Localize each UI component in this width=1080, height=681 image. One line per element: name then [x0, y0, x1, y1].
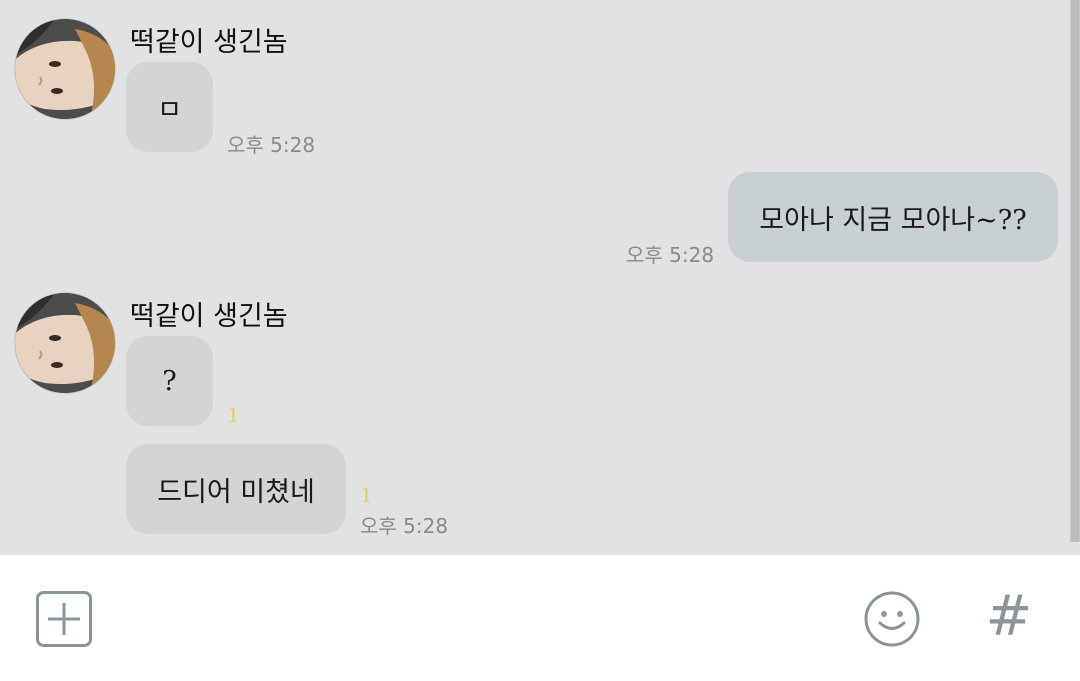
- scrollbar[interactable]: [1070, 0, 1080, 542]
- message-time: 오후 5:28: [360, 514, 449, 538]
- sender-name: 떡같이 생긴놈: [130, 27, 288, 58]
- message-bubble[interactable]: ㅁ: [126, 62, 213, 152]
- message-bubble[interactable]: 모아나 지금 모아나~??: [728, 172, 1058, 262]
- sender-name: 떡같이 생긴놈: [130, 301, 288, 332]
- sender-avatar[interactable]: [14, 18, 116, 120]
- smiley-icon[interactable]: [863, 590, 921, 648]
- avatar-photo-icon: [15, 19, 115, 119]
- input-bar: #: [0, 555, 1080, 681]
- message-bubble[interactable]: 드디어 미쳤네: [126, 444, 346, 534]
- avatar-photo-icon: [15, 293, 115, 393]
- chat-area[interactable]: 떡같이 생긴놈 ㅁ 오후 5:28 오후 5:28 모아나 지금 모아나~?? …: [0, 0, 1080, 555]
- unread-count: 1: [360, 483, 373, 507]
- scrollbar-thumb[interactable]: [1071, 0, 1079, 542]
- sender-avatar[interactable]: [14, 292, 116, 394]
- message-bubble[interactable]: ?: [126, 336, 213, 426]
- hashtag-icon[interactable]: #: [984, 585, 1034, 649]
- unread-count: 1: [227, 403, 240, 427]
- message-time: 오후 5:28: [227, 133, 316, 157]
- plus-square-icon[interactable]: [36, 591, 92, 647]
- message-time: 오후 5:28: [626, 243, 715, 267]
